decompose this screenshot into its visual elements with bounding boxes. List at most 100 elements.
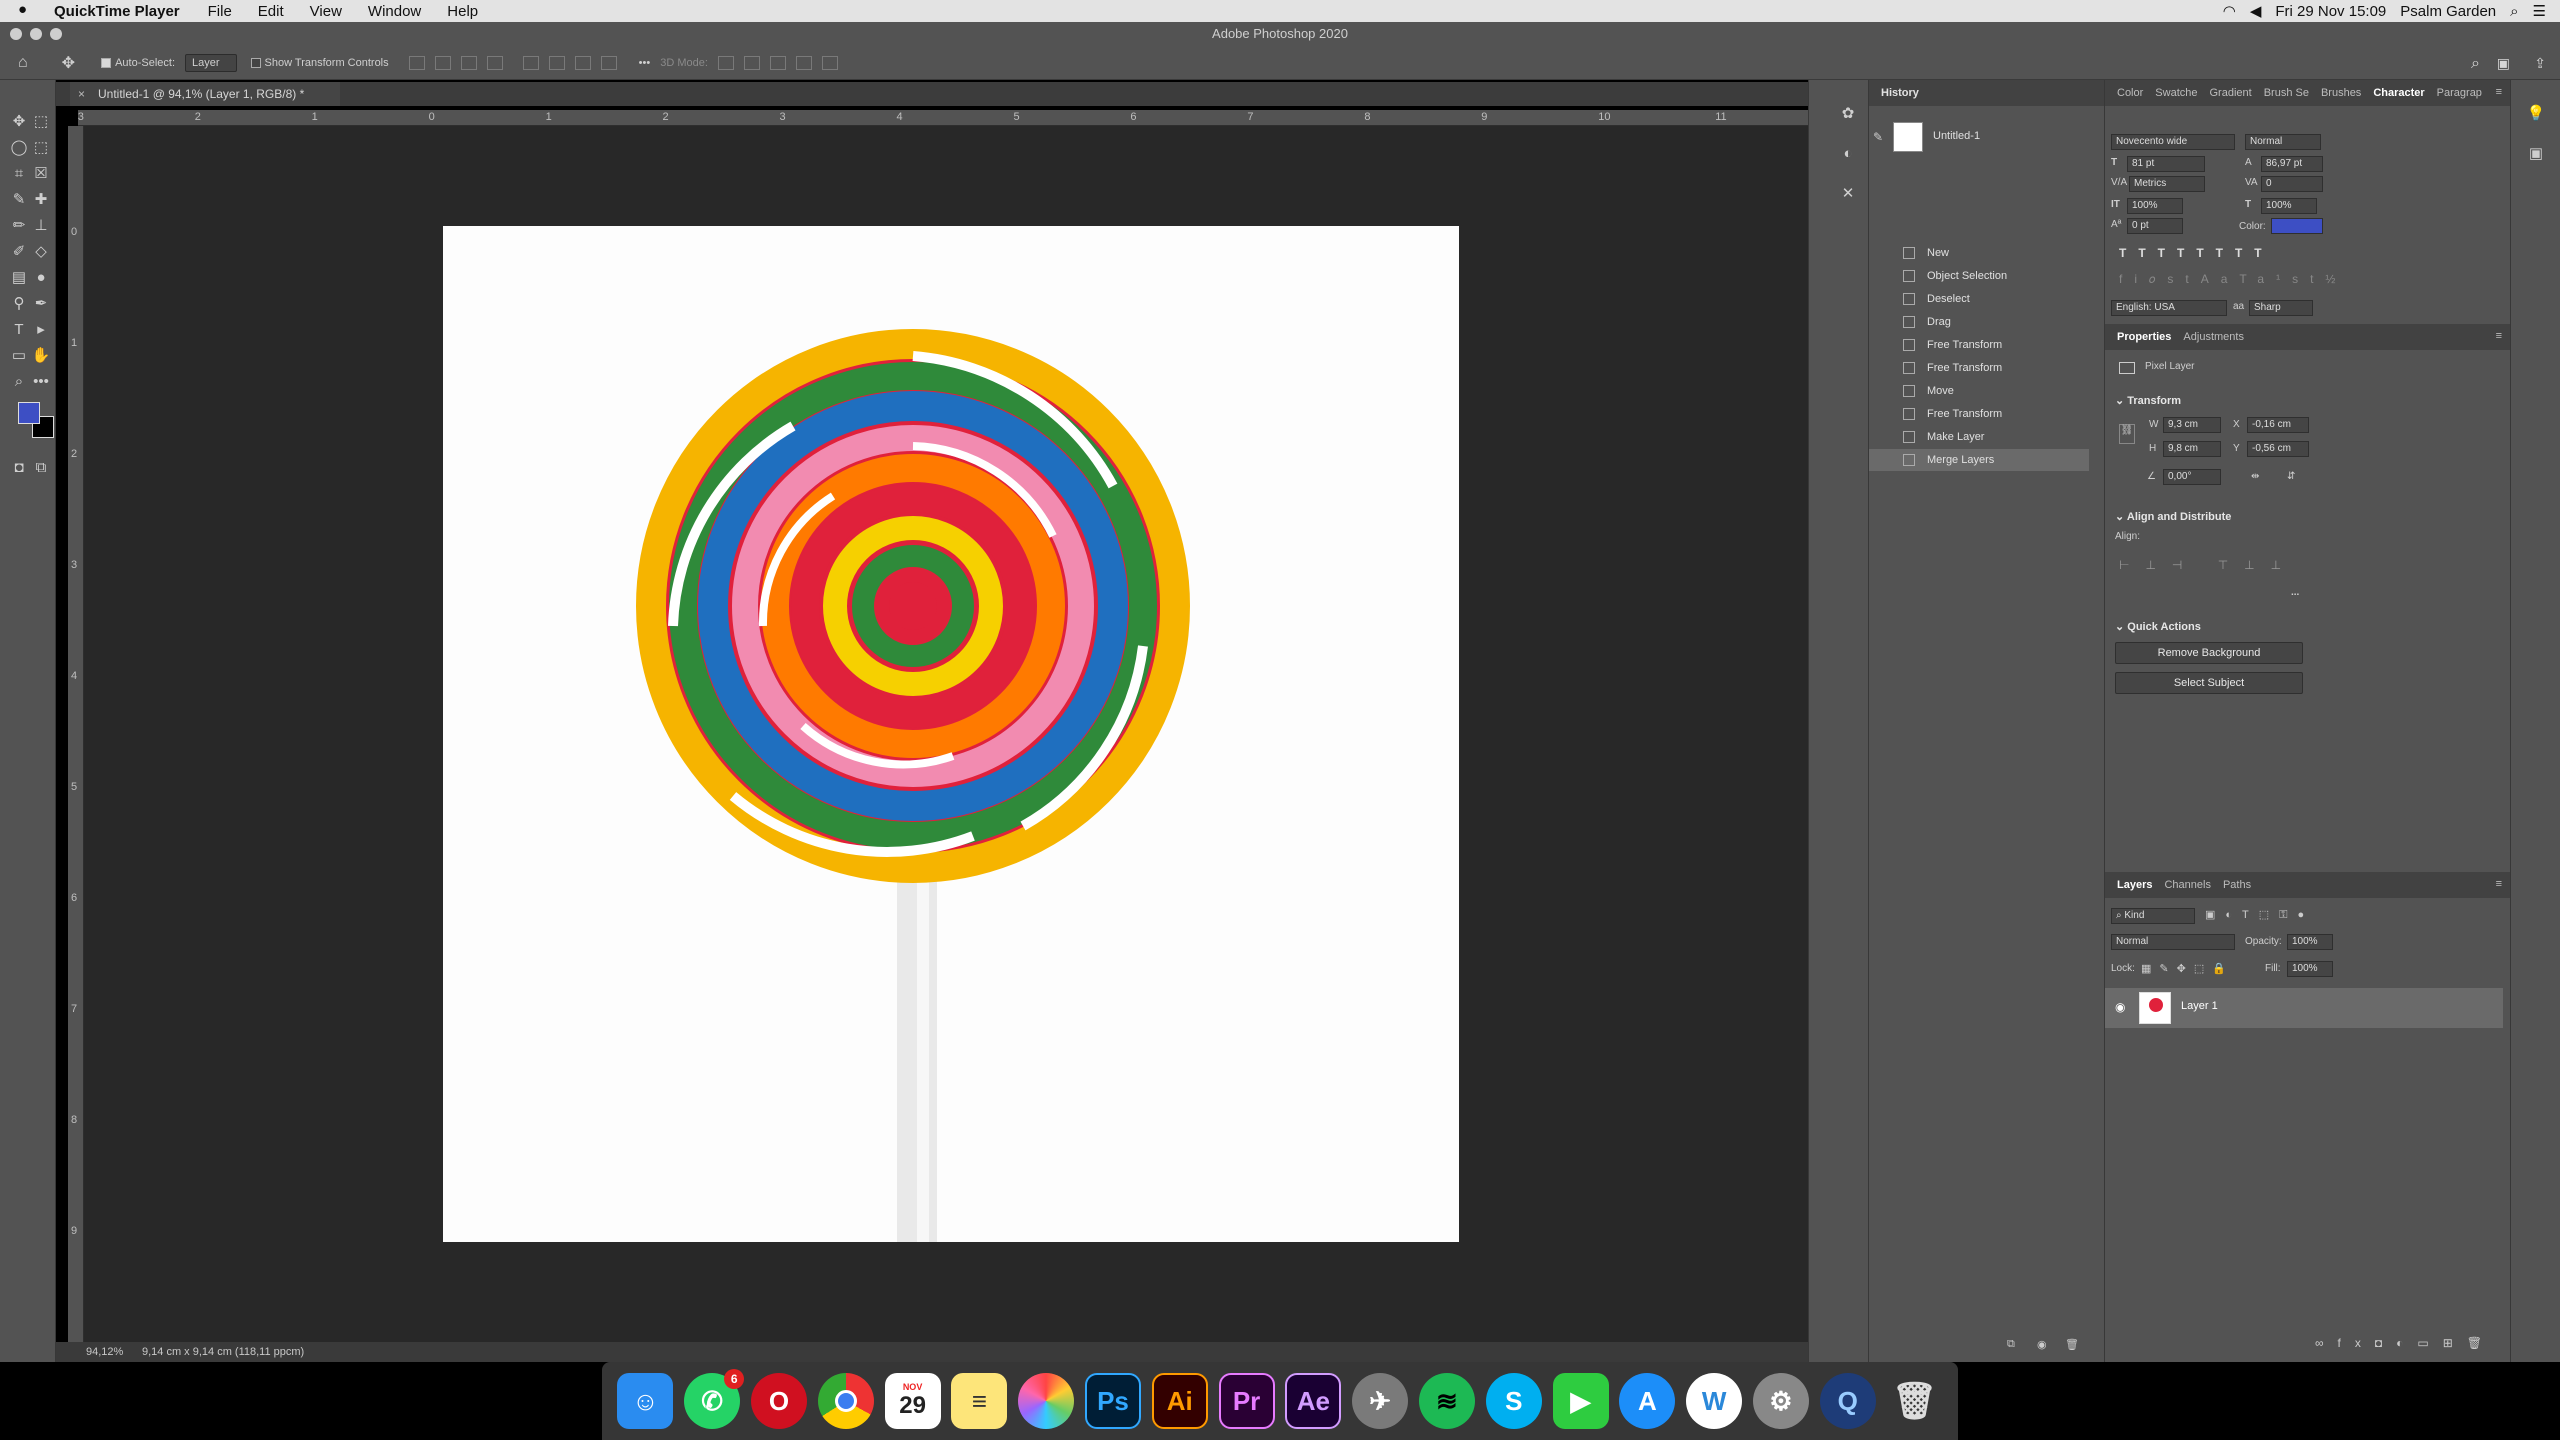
layers-footer-icons[interactable]: ∞fx◘◐▭⊞🗑 [2315, 1336, 2496, 1350]
tab-brushes[interactable]: Brushes [2321, 87, 2361, 99]
apple-icon[interactable]: ● [18, 1, 27, 18]
pen-tool-button[interactable]: ✒ [30, 292, 52, 314]
layer-row[interactable]: ◉ Layer 1 [2105, 988, 2503, 1028]
menu-view[interactable]: View [310, 3, 342, 20]
launchpad-icon[interactable]: ✈ [1352, 1373, 1409, 1429]
gradient-tool-button[interactable]: ▤ [8, 266, 30, 288]
opacity-field[interactable]: 100% [2287, 934, 2333, 950]
align-bottom-icon[interactable] [574, 55, 591, 70]
height-field[interactable]: 9,8 cm [2163, 441, 2221, 457]
history-state[interactable]: Free Transform [1869, 334, 2089, 356]
adjustments-icon[interactable]: ◐ [1837, 142, 1859, 164]
align-section-title[interactable]: ⌄ Align and Distribute [2115, 510, 2231, 523]
language-select[interactable]: English: USA [2111, 300, 2227, 316]
lasso-tool-button[interactable]: ◯ [8, 136, 30, 158]
window-close-button[interactable] [10, 28, 22, 40]
tracking-field[interactable]: 0 [2261, 176, 2323, 192]
tab-brush-settings[interactable]: Brush Se [2264, 87, 2309, 99]
learn-icon[interactable]: 💡 [2525, 102, 2547, 124]
zoom-tool-button[interactable]: ⌕ [8, 370, 30, 392]
auto-select-dropdown[interactable]: Layer [185, 53, 237, 72]
object-selection-tool-button[interactable]: ⬚ [30, 136, 52, 158]
quicktime-icon[interactable]: Q [1819, 1373, 1876, 1429]
3d-pan-icon[interactable] [769, 55, 786, 70]
more-options-icon[interactable]: ••• [639, 53, 651, 73]
lock-icons[interactable]: ▦✎✥⬚🔒 [2141, 962, 2234, 975]
history-state[interactable]: Object Selection [1869, 265, 2089, 287]
history-state[interactable]: Drag [1869, 311, 2089, 333]
new-snapshot-icon[interactable]: ◉ [2037, 1338, 2047, 1351]
window-zoom-button[interactable] [50, 28, 62, 40]
kerning-field[interactable]: Metrics [2129, 176, 2205, 192]
facetime-icon[interactable]: ▶ [1552, 1373, 1609, 1429]
font-style-select[interactable]: Normal [2245, 134, 2321, 150]
tools-settings-icon[interactable]: ✕ [1837, 182, 1859, 204]
premiere-icon[interactable]: Pr [1218, 1373, 1275, 1429]
angle-field[interactable]: 0,00° [2163, 469, 2221, 485]
app-store-icon[interactable]: A [1619, 1373, 1676, 1429]
wunderlist-icon[interactable]: W [1686, 1373, 1743, 1429]
document-canvas[interactable] [443, 226, 1459, 1242]
tab-layers[interactable]: Layers [2117, 879, 2152, 891]
baseline-shift-field[interactable]: 0 pt [2127, 218, 2183, 234]
whatsapp-icon[interactable]: ✆ 6 [684, 1369, 745, 1429]
zoom-level[interactable]: 94,12% [86, 1342, 123, 1362]
flip-horizontal-icon[interactable]: ⇹ [2251, 470, 2259, 484]
spotify-icon[interactable]: ≋ [1418, 1373, 1475, 1429]
new-document-from-state-icon[interactable]: ⧉ [2007, 1338, 2015, 1351]
skype-icon[interactable]: S [1485, 1373, 1542, 1429]
tab-paths[interactable]: Paths [2223, 879, 2251, 891]
tab-swatches[interactable]: Swatche [2155, 87, 2197, 99]
tab-channels[interactable]: Channels [2164, 879, 2210, 891]
spotlight-icon[interactable]: ⌕ [2510, 3, 2518, 20]
properties-menu-icon[interactable]: ≡ [2496, 330, 2502, 342]
wifi-icon[interactable]: ◠ [2223, 2, 2236, 20]
history-brush-source-icon[interactable]: ✎ [1873, 130, 1883, 144]
stamp-tool-button[interactable]: ⊥ [30, 214, 52, 236]
blend-mode-select[interactable]: Normal [2111, 934, 2235, 950]
tab-character[interactable]: Character [2373, 87, 2424, 99]
layer-name[interactable]: Layer 1 [2181, 1000, 2218, 1012]
panel-menu-icon[interactable]: ≡ [2496, 86, 2502, 98]
screen-mode-button[interactable]: ⧉ [30, 456, 52, 478]
tab-adjustments[interactable]: Adjustments [2183, 331, 2244, 343]
chrome-icon[interactable] [817, 1373, 874, 1429]
tab-paragraph[interactable]: Paragrap [2437, 87, 2482, 99]
history-brush-tool-button[interactable]: ✐ [8, 240, 30, 262]
history-state[interactable]: Free Transform [1869, 403, 2089, 425]
fill-field[interactable]: 100% [2287, 961, 2333, 977]
menubar-user[interactable]: Psalm Garden [2400, 3, 2496, 20]
remove-background-button[interactable]: Remove Background [2115, 642, 2303, 664]
path-selection-tool-button[interactable]: ▸ [30, 318, 52, 340]
hand-tool-button[interactable]: ✋ [30, 344, 52, 366]
3d-scale-icon[interactable] [821, 55, 838, 70]
history-state[interactable]: Free Transform [1869, 357, 2089, 379]
history-panel-title[interactable]: History [1869, 80, 2104, 106]
photoshop-icon[interactable]: Ps [1084, 1373, 1141, 1429]
share-icon[interactable]: ⇪ [2534, 55, 2546, 72]
leading-field[interactable]: 86,97 pt [2261, 156, 2323, 172]
transform-section-title[interactable]: ⌄ Transform [2115, 394, 2181, 407]
align-top-icon[interactable] [522, 55, 539, 70]
document-tab[interactable]: × Untitled-1 @ 94,1% (Layer 1, RGB/8) * [70, 82, 340, 106]
menu-window[interactable]: Window [368, 3, 421, 20]
quick-mask-button[interactable]: ◘ [8, 456, 30, 478]
layer-filter-select[interactable]: ⌕ Kind [2111, 908, 2195, 924]
layers-menu-icon[interactable]: ≡ [2496, 878, 2502, 890]
tab-color[interactable]: Color [2117, 87, 2143, 99]
delete-state-icon[interactable]: 🗑 [2065, 1338, 2079, 1351]
horizontal-scale-field[interactable]: 100% [2261, 198, 2317, 214]
frame-tool-button[interactable]: ☒ [30, 162, 52, 184]
select-subject-button[interactable]: Select Subject [2115, 672, 2303, 694]
distribute-icon[interactable] [486, 55, 503, 70]
search-icon[interactable]: ⌕ [2471, 55, 2480, 73]
text-color-swatch[interactable] [2271, 218, 2323, 234]
history-state[interactable]: Merge Layers [1869, 449, 2089, 471]
close-document-icon[interactable]: × [78, 82, 85, 106]
layer-filter-icons[interactable]: ▣◐T⬚⚿● [2205, 908, 2314, 922]
3d-orbit-icon[interactable] [717, 55, 734, 70]
move-tool-icon[interactable]: ✥ [62, 53, 75, 73]
trash-icon[interactable]: 🗑 [1887, 1373, 1943, 1429]
more-align-options[interactable]: ... [2291, 586, 2299, 600]
shape-tool-button[interactable]: ▭ [8, 344, 30, 366]
